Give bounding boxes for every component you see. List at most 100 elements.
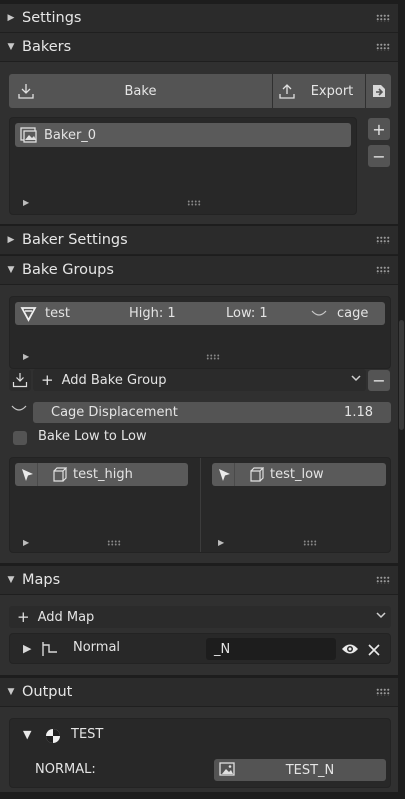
- minus-icon: −: [372, 146, 386, 166]
- download-icon: [17, 82, 35, 100]
- cage-icon: [10, 404, 28, 414]
- download-icon: [12, 372, 28, 388]
- output-image-field[interactable]: TEST_N: [214, 759, 386, 781]
- collapse-arrow-icon: ▼: [7, 42, 15, 52]
- cage-icon: [304, 309, 334, 319]
- drag-grip-icon[interactable]: [376, 576, 390, 584]
- plus-icon: +: [372, 119, 386, 139]
- output-item: ▼ TEST NORMAL: TEST_N: [9, 718, 391, 788]
- baker-list: Baker_0 ▶: [9, 117, 357, 215]
- high-mesh-item[interactable]: test_high: [15, 463, 188, 486]
- output-image-name: TEST_N: [285, 762, 335, 778]
- upload-icon: [278, 82, 296, 100]
- output-panel-body: ▼ TEST NORMAL: TEST_N: [0, 707, 398, 792]
- resize-grip-icon[interactable]: [107, 540, 121, 546]
- expand-filter-icon[interactable]: ▶: [23, 538, 29, 547]
- add-baker-button[interactable]: +: [368, 118, 390, 140]
- bake-low-to-low-label: Bake Low to Low: [38, 429, 147, 444]
- expand-filter-icon[interactable]: ▶: [218, 538, 224, 547]
- chevron-down-icon: [375, 609, 387, 625]
- panel-title: Maps: [22, 572, 61, 588]
- drag-grip-icon[interactable]: [376, 43, 390, 51]
- add-map-dropdown[interactable]: + Add Map: [9, 606, 391, 628]
- close-icon[interactable]: [366, 640, 382, 658]
- material-icon: [45, 728, 61, 744]
- bake-button[interactable]: Bake: [9, 74, 272, 108]
- bakers-panel-header[interactable]: ▼ Bakers: [0, 33, 398, 62]
- high-count: High: 1: [129, 306, 176, 321]
- list-item-label: Baker_0: [44, 127, 97, 143]
- file-export-icon: [370, 82, 388, 100]
- image-icon: [20, 127, 38, 143]
- panel-title: Bakers: [22, 39, 72, 55]
- plus-icon: +: [41, 371, 54, 389]
- cage-displacement-value: 1.18: [344, 405, 373, 420]
- add-bake-group-dropdown[interactable]: + Add Bake Group: [33, 369, 366, 391]
- drag-grip-icon[interactable]: [376, 266, 390, 274]
- list-item-label: test_low: [270, 467, 324, 482]
- maps-panel-body: + Add Map ▶ Normal _N: [0, 595, 398, 675]
- output-row-label: NORMAL:: [35, 762, 96, 777]
- separator: [37, 463, 38, 486]
- minus-icon: −: [372, 371, 386, 390]
- expand-arrow-icon: ▶: [7, 13, 15, 23]
- add-bake-group-label: Add Bake Group: [61, 372, 167, 388]
- collapse-arrow-icon: ▼: [7, 687, 15, 697]
- eye-icon[interactable]: [341, 640, 359, 658]
- output-name: TEST: [71, 727, 104, 742]
- resize-grip-icon[interactable]: [303, 540, 317, 546]
- cage-label: cage: [337, 306, 369, 321]
- list-item[interactable]: Baker_0: [15, 123, 351, 147]
- resize-grip-icon[interactable]: [187, 200, 201, 206]
- output-panel-header[interactable]: ▼ Output: [0, 678, 398, 707]
- panel-title: Bake Groups: [22, 262, 114, 278]
- normal-map-icon: [40, 640, 60, 658]
- resize-grip-icon[interactable]: [206, 354, 220, 360]
- divider: [200, 458, 201, 552]
- bake-groups-panel-header[interactable]: ▼ Bake Groups: [0, 256, 398, 285]
- scrollbar[interactable]: [398, 0, 405, 799]
- bake-groups-panel-body: test High: 1 Low: 1 cage ▶ + Add Bake Gr…: [0, 285, 398, 563]
- plus-icon: +: [17, 608, 30, 626]
- mesh-icon: [20, 306, 37, 322]
- bake-label: Bake: [124, 83, 157, 99]
- import-bake-group-button[interactable]: [9, 369, 31, 391]
- bake-low-to-low-checkbox[interactable]: [13, 431, 27, 445]
- export-to-file-button[interactable]: [366, 74, 391, 108]
- low-count: Low: 1: [226, 306, 268, 321]
- drag-grip-icon[interactable]: [376, 236, 390, 244]
- drag-grip-icon[interactable]: [376, 14, 390, 22]
- remove-baker-button[interactable]: −: [368, 145, 390, 167]
- export-button[interactable]: Export: [273, 74, 365, 108]
- remove-bake-group-button[interactable]: −: [368, 370, 390, 391]
- cube-icon: [49, 466, 67, 483]
- settings-panel-header[interactable]: ▶ Settings: [0, 4, 398, 33]
- expand-filter-icon[interactable]: ▶: [23, 352, 29, 361]
- suffix-value: _N: [214, 641, 231, 657]
- drag-grip-icon[interactable]: [376, 688, 390, 696]
- cage-displacement-slider[interactable]: Cage Displacement 1.18: [33, 402, 391, 423]
- collapse-arrow-icon[interactable]: ▼: [23, 728, 31, 741]
- cursor-select-icon: [216, 467, 234, 483]
- collapse-arrow-icon: ▼: [7, 575, 15, 585]
- expand-filter-icon[interactable]: ▶: [23, 198, 29, 207]
- scrollbar-thumb[interactable]: [399, 320, 404, 430]
- panel-title: Settings: [22, 10, 82, 26]
- panel-title: Baker Settings: [22, 232, 128, 248]
- bakers-panel-body: Bake Export Baker_0 ▶ + −: [0, 62, 398, 224]
- panel-title: Output: [22, 684, 73, 700]
- cursor-select-icon: [19, 467, 37, 483]
- expand-arrow-icon[interactable]: ▶: [23, 642, 31, 655]
- high-low-lists: test_high test_low ▶ ▶: [9, 457, 391, 553]
- cube-icon: [246, 466, 264, 483]
- separator: [234, 463, 235, 486]
- low-mesh-item[interactable]: test_low: [212, 463, 386, 486]
- expand-arrow-icon: ▶: [7, 235, 15, 245]
- map-item-label: Normal: [73, 640, 121, 655]
- list-item[interactable]: test High: 1 Low: 1 cage: [15, 302, 385, 325]
- suffix-input[interactable]: _N: [206, 638, 336, 660]
- collapse-arrow-icon: ▼: [7, 265, 15, 275]
- maps-panel-header[interactable]: ▼ Maps: [0, 566, 398, 595]
- map-item: ▶ Normal _N: [9, 633, 391, 664]
- baker-settings-panel-header[interactable]: ▶ Baker Settings: [0, 226, 398, 255]
